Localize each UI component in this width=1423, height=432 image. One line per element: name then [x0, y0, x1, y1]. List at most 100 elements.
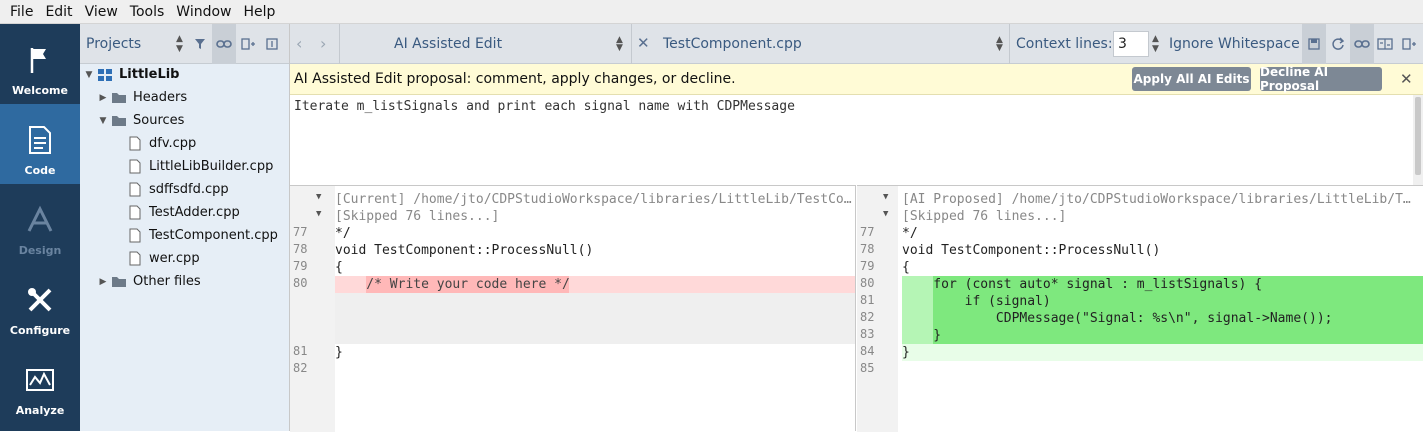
code-line-added: for (const auto* signal : m_listSignals)…: [902, 277, 1263, 292]
code-line-removed: /* Write your code here */: [335, 277, 570, 292]
folder-icon: [110, 90, 128, 106]
project-icon: [96, 67, 114, 83]
line-number: 85: [860, 361, 875, 375]
mode-label: Configure: [9, 324, 71, 337]
tree-label: LittleLibBuilder.cpp: [149, 159, 274, 174]
mode-code[interactable]: Code: [0, 104, 80, 184]
line-number: 80: [293, 276, 308, 290]
tree-label: TestComponent.cpp: [149, 228, 278, 243]
mode-sidebar: Welcome Code Design Configure Analyze: [0, 24, 80, 431]
editor-area: ‹ › AI Assisted Edit ▲ ▼ ✕ TestComponent.…: [290, 24, 1423, 432]
collapsed-arrow-icon[interactable]: ▶: [96, 277, 110, 287]
line-number: 77: [860, 225, 875, 239]
tree-folder-headers[interactable]: ▶ Headers: [96, 86, 188, 109]
line-number: 84: [860, 344, 875, 358]
cpp-file-icon: [126, 251, 144, 267]
fold-arrow-icon[interactable]: ▼: [316, 209, 321, 219]
tree-folder-other[interactable]: ▶ Other files: [96, 270, 201, 293]
menu-window[interactable]: Window: [170, 0, 237, 24]
tree-file[interactable]: LittleLibBuilder.cpp: [126, 155, 273, 178]
link-icon[interactable]: [212, 23, 236, 64]
diff-filler: [335, 293, 855, 344]
menu-edit[interactable]: Edit: [39, 0, 78, 24]
prompt-scrollbar[interactable]: [1413, 95, 1423, 185]
mode-analyze[interactable]: Analyze: [0, 344, 80, 424]
line-number: 81: [860, 293, 875, 307]
code-line-added: if (signal): [902, 294, 1051, 309]
menu-help[interactable]: Help: [238, 0, 282, 24]
code-line: */: [335, 226, 351, 241]
tree-label: Other files: [133, 274, 201, 289]
code-line: }: [902, 345, 910, 360]
fold-arrow-icon[interactable]: ▼: [883, 192, 888, 202]
close-icon[interactable]: ✕: [1400, 70, 1413, 88]
folder-icon: [110, 113, 128, 129]
skipped-lines: [Skipped 76 lines...]: [902, 209, 1067, 224]
expanded-arrow-icon[interactable]: ▼: [96, 116, 110, 126]
projects-header: Projects ▲ ▼: [80, 23, 289, 64]
filter-icon[interactable]: [188, 24, 212, 64]
menu-view[interactable]: View: [79, 0, 124, 24]
mode-welcome[interactable]: Welcome: [0, 24, 80, 104]
apply-all-button[interactable]: Apply All AI Edits: [1132, 67, 1251, 91]
cpp-file-icon: [126, 159, 144, 175]
code-line: void TestComponent::ProcessNull(): [335, 243, 594, 258]
back-arrow-icon[interactable]: ‹: [296, 34, 302, 53]
fold-arrow-icon[interactable]: ▼: [883, 209, 888, 219]
design-icon: [24, 204, 56, 236]
side-by-side-icon[interactable]: [1373, 24, 1397, 64]
spinner-icon[interactable]: ▲ ▼: [1152, 34, 1159, 54]
cpp-file-icon: [126, 182, 144, 198]
close-pane-icon[interactable]: [260, 24, 284, 64]
close-icon[interactable]: ✕: [637, 34, 650, 52]
tree-label: Sources: [133, 113, 185, 128]
split-icon[interactable]: [236, 24, 260, 64]
line-number: 79: [293, 259, 308, 273]
line-number: 78: [293, 242, 308, 256]
menu-file[interactable]: File: [4, 0, 39, 24]
current-diff-pane[interactable]: ▼ [Current] /home/jto/CDPStudioWorkspace…: [290, 185, 856, 432]
code-line: void TestComponent::ProcessNull(): [902, 243, 1161, 258]
tree-file[interactable]: dfv.cpp: [126, 132, 196, 155]
tree-root[interactable]: ▼ LittleLib: [82, 63, 180, 86]
code-line: }: [335, 345, 343, 360]
updown-icon[interactable]: ▲ ▼: [996, 36, 1003, 53]
tree-file[interactable]: TestAdder.cpp: [126, 201, 240, 224]
context-lines-input[interactable]: 3: [1113, 31, 1149, 57]
tree-label: wer.cpp: [149, 251, 200, 266]
line-number: 81: [293, 344, 308, 358]
updown-icon[interactable]: ▲ ▼: [176, 34, 188, 54]
added-line-bg: [902, 344, 1423, 361]
fold-arrow-icon[interactable]: ▼: [316, 192, 321, 202]
link-icon[interactable]: [1350, 24, 1374, 64]
banner-text: AI Assisted Edit proposal: comment, appl…: [294, 71, 736, 87]
ai-prompt-input[interactable]: Iterate m_listSignals and print each sig…: [290, 95, 1413, 185]
tree-folder-sources[interactable]: ▼ Sources: [96, 109, 185, 132]
refresh-icon[interactable]: [1326, 24, 1350, 64]
collapsed-arrow-icon[interactable]: ▶: [96, 93, 110, 103]
decline-proposal-button[interactable]: Decline AI Proposal: [1260, 65, 1382, 93]
split-icon[interactable]: [1397, 24, 1421, 64]
prompt-text: Iterate m_listSignals and print each sig…: [294, 99, 795, 114]
mode-label: Code: [24, 164, 56, 177]
expanded-arrow-icon[interactable]: ▼: [82, 70, 96, 80]
tree-file[interactable]: sdffsdfd.cpp: [126, 178, 229, 201]
forward-arrow-icon[interactable]: ›: [320, 34, 326, 53]
line-number: 82: [860, 310, 875, 324]
tree-file[interactable]: wer.cpp: [126, 247, 200, 270]
document-selector[interactable]: AI Assisted Edit: [394, 36, 502, 52]
tools-icon: [24, 284, 56, 316]
scroll-thumb[interactable]: [1415, 97, 1421, 175]
mode-design[interactable]: Design: [0, 184, 80, 264]
save-icon[interactable]: [1302, 24, 1326, 64]
mode-configure[interactable]: Configure: [0, 264, 80, 344]
tree-label: LittleLib: [119, 67, 180, 82]
tree-file[interactable]: TestComponent.cpp: [126, 224, 278, 247]
line-number: 80: [860, 276, 875, 290]
file-selector[interactable]: TestComponent.cpp: [663, 36, 802, 52]
projects-title[interactable]: Projects: [86, 36, 176, 52]
proposed-diff-pane[interactable]: ▼ [AI Proposed] /home/jto/CDPStudioWorks…: [857, 185, 1423, 432]
menu-tools[interactable]: Tools: [124, 0, 171, 24]
updown-icon[interactable]: ▲ ▼: [616, 36, 623, 53]
ignore-whitespace-toggle[interactable]: Ignore Whitespace: [1169, 36, 1300, 52]
